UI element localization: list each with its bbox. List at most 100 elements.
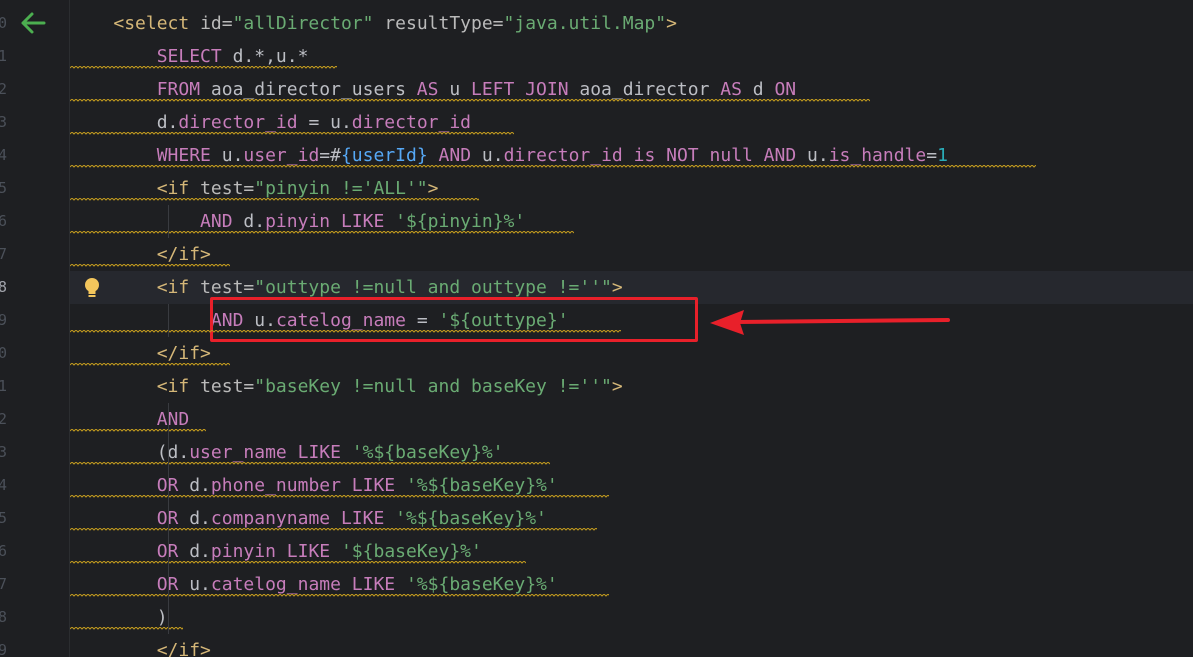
- line-number: 0: [0, 344, 8, 362]
- lightbulb-icon[interactable]: [82, 276, 102, 300]
- code-token: director_id: [351, 112, 472, 133]
- code-token: OR: [156, 541, 190, 562]
- code-token: d.: [189, 541, 211, 562]
- warning-underline: [70, 132, 514, 135]
- code-token: test=: [200, 178, 255, 199]
- code-token: LIKE: [297, 442, 352, 463]
- line-number: 5: [0, 179, 8, 197]
- code-token: OR: [156, 574, 190, 595]
- code-token: OR: [156, 508, 190, 529]
- code-token: d.*,u.*: [232, 46, 309, 67]
- code-line[interactable]: <if test="baseKey !=null and baseKey !='…: [70, 370, 623, 403]
- code-token: aoa_director_users: [210, 79, 417, 100]
- arrow-left-icon[interactable]: [20, 11, 46, 35]
- line-number: 4: [0, 476, 8, 494]
- warning-underline: [70, 594, 609, 597]
- code-token: is NOT null AND: [633, 145, 808, 166]
- code-token: '${pinyin}%': [395, 211, 526, 232]
- code-token: >: [611, 277, 623, 298]
- code-token: test=: [200, 277, 255, 298]
- warning-underline: [70, 99, 870, 102]
- code-token: =: [926, 145, 938, 166]
- code-token: SELECT: [156, 46, 233, 67]
- code-token: FROM: [156, 79, 211, 100]
- warning-underline: [70, 561, 526, 564]
- annotation-arrow-icon: [710, 310, 950, 335]
- code-token: AND: [200, 211, 244, 232]
- code-token: LIKE: [351, 574, 406, 595]
- indent-guide: [168, 205, 169, 238]
- code-token: u.: [221, 145, 244, 166]
- warning-underline: [70, 462, 550, 465]
- code-token: =#: [319, 145, 341, 166]
- code-token: >: [666, 13, 677, 34]
- code-token: '%${baseKey}%': [351, 442, 504, 463]
- code-token: {userId}: [340, 145, 428, 166]
- warning-underline: [70, 495, 609, 498]
- code-token: aoa_director: [579, 79, 721, 100]
- code-token: "java.util.Map": [503, 13, 667, 34]
- code-token: d.: [189, 475, 211, 496]
- code-token: "outtype !=null and outtype !=''": [254, 277, 612, 298]
- code-token: </if>: [156, 640, 211, 657]
- code-token: AS: [720, 79, 753, 100]
- code-token: 1: [937, 145, 948, 166]
- code-token: director_id: [178, 112, 298, 133]
- line-number: 1: [0, 47, 8, 65]
- line-number: 2: [0, 80, 8, 98]
- code-token: d.: [243, 211, 266, 232]
- code-token: director_id: [503, 145, 623, 166]
- indent-guide: [168, 403, 169, 634]
- code-editor[interactable]: 0 1 2 3 4 5 6 7 8 9 0 1 2 3 4 5 6 7 8 9 <select id="allDire…: [0, 0, 1193, 657]
- code-token: '%${baseKey}%': [395, 508, 547, 529]
- code-token: LIKE: [286, 541, 341, 562]
- code-line[interactable]: </if>: [70, 634, 211, 657]
- code-token: phone_number: [210, 475, 341, 496]
- code-token: pinyin: [265, 211, 331, 232]
- code-token: ON: [774, 79, 797, 100]
- code-token: id=: [200, 13, 233, 34]
- line-number: 8: [0, 278, 8, 296]
- code-line[interactable]: <select id="allDirector" resultType="jav…: [70, 7, 677, 40]
- code-token: resultType=: [384, 13, 504, 34]
- line-number: 3: [0, 443, 8, 461]
- code-token: u.: [807, 145, 829, 166]
- line-number: 9: [0, 641, 8, 657]
- code-token: u.: [481, 145, 504, 166]
- code-token: user_id: [243, 145, 320, 166]
- line-number: 7: [0, 245, 8, 263]
- code-token: <select: [113, 13, 201, 34]
- line-number: 5: [0, 509, 8, 527]
- warning-underline: [70, 627, 183, 630]
- line-number: 6: [0, 212, 8, 230]
- code-token: (d.: [156, 442, 190, 463]
- code-token: LEFT JOIN: [471, 79, 580, 100]
- line-number: 9: [0, 311, 8, 329]
- warning-underline: [70, 198, 479, 201]
- warning-underline: [70, 165, 1036, 168]
- line-number: 4: [0, 146, 8, 164]
- line-number: 1: [0, 377, 8, 395]
- code-token: >: [427, 178, 439, 199]
- code-token: = u.: [297, 112, 352, 133]
